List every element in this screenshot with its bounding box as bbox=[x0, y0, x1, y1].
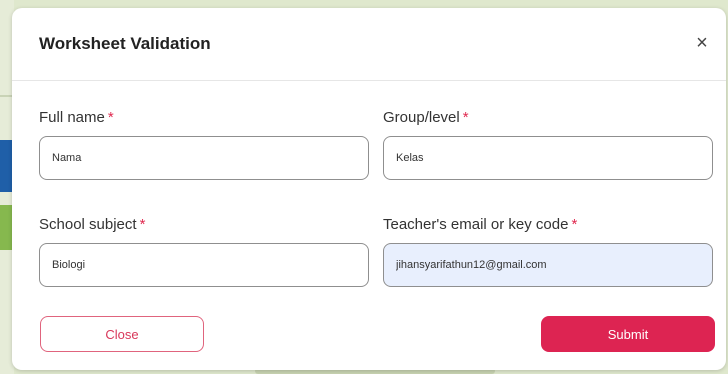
full-name-field: Full name * bbox=[39, 108, 369, 180]
submit-button[interactable]: Submit bbox=[541, 316, 715, 352]
dialog-title: Worksheet Validation bbox=[39, 34, 211, 53]
teacher-email-label: Teacher's email or key code * bbox=[383, 216, 578, 233]
group-level-input[interactable] bbox=[383, 136, 713, 180]
group-level-field: Group/level * bbox=[383, 108, 713, 180]
close-button[interactable]: Close bbox=[40, 316, 204, 352]
group-level-label: Group/level * bbox=[383, 109, 469, 126]
teacher-email-field: Teacher's email or key code * bbox=[383, 215, 713, 287]
full-name-label: Full name * bbox=[39, 109, 114, 126]
full-name-input[interactable] bbox=[39, 136, 369, 180]
close-icon[interactable]: × bbox=[692, 33, 712, 53]
required-marker: * bbox=[462, 109, 469, 126]
school-subject-label: School subject * bbox=[39, 216, 146, 233]
worksheet-validation-dialog: Worksheet Validation × Full name* Group/… bbox=[12, 8, 726, 370]
teacher-email-input[interactable] bbox=[383, 243, 713, 287]
required-marker: * bbox=[571, 216, 578, 233]
required-marker: * bbox=[139, 216, 146, 233]
dialog-header: Worksheet Validation × bbox=[12, 8, 726, 81]
school-subject-input[interactable] bbox=[39, 243, 369, 287]
required-marker: * bbox=[107, 109, 114, 126]
school-subject-field: School subject * bbox=[39, 215, 369, 287]
